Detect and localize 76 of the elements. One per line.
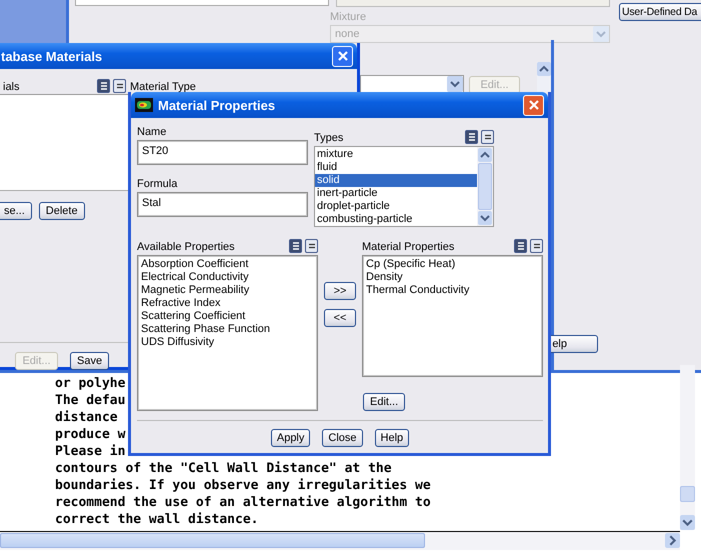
console-line: boundaries. If you observe any irregularities we — [55, 477, 431, 494]
list-item[interactable]: fluid — [315, 161, 477, 174]
add-button[interactable]: >> — [324, 282, 356, 300]
list-item[interactable]: Absorption Coefficient — [141, 258, 314, 271]
lines-icon — [466, 131, 476, 143]
scroll-thumb[interactable] — [0, 533, 425, 548]
types-label: Types — [314, 132, 344, 144]
available-properties-label: Available Properties — [137, 241, 235, 253]
dialog-title: Material Properties — [158, 98, 276, 112]
close-button[interactable] — [523, 94, 544, 116]
lines-icon — [516, 240, 526, 252]
edit-button[interactable]: Edit... — [363, 393, 406, 411]
list-item[interactable]: mixture — [315, 148, 477, 161]
list-item[interactable]: combusting-particle — [315, 213, 477, 226]
close-button[interactable] — [332, 46, 353, 66]
window-title: tabase Materials — [0, 48, 104, 64]
scroll-thumb[interactable] — [478, 163, 492, 210]
dialog-button[interactable]: Save — [70, 352, 110, 370]
close-icon — [528, 99, 540, 111]
console-line: produce w — [55, 426, 126, 443]
dialog-button[interactable]: se... — [0, 202, 32, 220]
vertical-scrollbar[interactable] — [477, 147, 493, 226]
console-line: distance — [55, 409, 118, 426]
formula-field[interactable]: Stal — [137, 192, 308, 217]
scroll-down-icon[interactable] — [680, 515, 695, 530]
formula-label: Formula — [137, 178, 178, 190]
list-item[interactable]: Scattering Coefficient — [141, 310, 314, 323]
scroll-up-icon[interactable] — [537, 62, 551, 76]
console-line: correct the wall distance. — [55, 511, 258, 528]
scroll-up-icon[interactable] — [478, 148, 492, 162]
list-item[interactable]: Refractive Index — [141, 297, 314, 310]
list-item[interactable]: droplet-particle — [315, 200, 477, 213]
list-item[interactable]: UDS Diffusivity — [141, 336, 314, 349]
list-item[interactable]: Electrical Conductivity — [141, 271, 314, 284]
dialog-button[interactable]: Close — [322, 429, 363, 447]
deselect-all-button[interactable] — [530, 239, 543, 253]
list-item[interactable]: Density — [366, 271, 539, 284]
select-all-button[interactable] — [289, 239, 302, 253]
scroll-down-icon[interactable] — [478, 211, 492, 225]
lines-icon — [98, 80, 108, 92]
close-icon — [336, 50, 348, 62]
name-field[interactable]: ST20 — [137, 140, 308, 165]
console-line: contours of the "Cell Wall Distance" at the — [55, 460, 392, 477]
mixture-label: Mixture — [330, 11, 366, 23]
scroll-thumb[interactable] — [680, 486, 695, 502]
materials-label: ials — [3, 81, 21, 93]
list-item[interactable]: solid — [315, 174, 477, 187]
material-properties-label: Material Properties — [362, 241, 454, 253]
deselect-all-button[interactable] — [481, 130, 494, 144]
list-item[interactable]: inert-particle — [315, 187, 477, 200]
list-item[interactable]: Thermal Conductivity — [366, 284, 539, 297]
vertical-scrollbar[interactable] — [680, 365, 695, 530]
select-all-button[interactable] — [514, 239, 527, 253]
list-item[interactable]: Magnetic Permeability — [141, 284, 314, 297]
dialog-button[interactable]: Help — [374, 429, 410, 447]
dialog-button[interactable]: Delete — [38, 202, 85, 220]
list-item[interactable]: Scattering Phase Function — [141, 323, 314, 336]
console-line: recommend the use of an alternative algorithm to — [55, 494, 431, 511]
name-label: Name — [137, 126, 168, 138]
deselect-all-button[interactable] — [305, 239, 318, 253]
select-all-button[interactable] — [97, 79, 110, 93]
material-type-label: Material Type — [130, 81, 196, 93]
horizontal-scrollbar[interactable] — [0, 531, 680, 550]
scroll-right-icon[interactable] — [665, 533, 680, 548]
dropdown[interactable] — [360, 75, 464, 93]
deselect-all-button[interactable] — [113, 79, 126, 93]
user-defined-button[interactable]: User-Defined Da — [619, 3, 701, 21]
console-line: The defau — [55, 392, 126, 409]
remove-button[interactable]: << — [324, 309, 356, 327]
console-line: or polyhe — [55, 375, 126, 392]
select-all-button[interactable] — [465, 130, 478, 144]
console-line: Please in — [55, 443, 126, 460]
lines-icon — [290, 240, 300, 252]
list-item[interactable]: Cp (Specific Heat) — [366, 258, 539, 271]
dialog-button[interactable]: Apply — [270, 429, 310, 447]
app-icon — [135, 98, 153, 112]
